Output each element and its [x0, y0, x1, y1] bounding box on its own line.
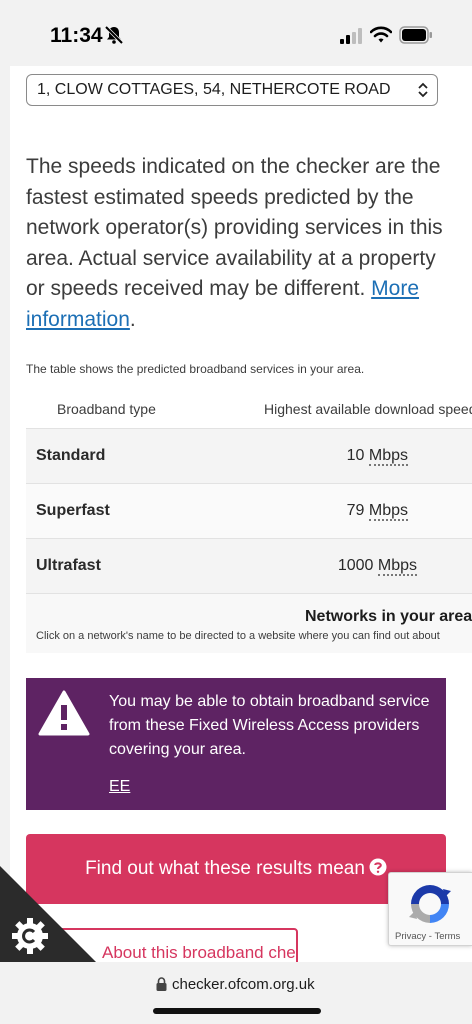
warning-icon	[38, 690, 90, 736]
results-button-label: Find out what these results mean	[85, 858, 365, 879]
recaptcha-badge[interactable]: Privacy - Terms	[388, 872, 472, 946]
status-bar: 11:34	[0, 0, 472, 66]
speed-disclaimer: The speeds indicated on the checker are …	[26, 152, 446, 335]
address-select[interactable]: 1, CLOW COTTAGES, 54, NETHERCOTE ROAD	[26, 74, 438, 106]
speed-unit[interactable]: Mbps	[368, 502, 408, 521]
wifi-icon	[370, 26, 392, 43]
help-icon	[369, 858, 387, 876]
table-header-row: Broadband type Highest available downloa…	[26, 388, 472, 428]
row-speed: 10 Mbps	[346, 447, 408, 466]
speed-unit[interactable]: Mbps	[377, 557, 417, 576]
table-row: Superfast 79 Mbps	[26, 483, 472, 538]
table-caption: The table shows the predicted broadband …	[26, 362, 365, 376]
row-speed: 79 Mbps	[346, 502, 408, 521]
row-speed: 1000 Mbps	[337, 557, 417, 576]
table-row: Standard 10 Mbps	[26, 428, 472, 483]
address-select-value: 1, CLOW COTTAGES, 54, NETHERCOTE ROAD	[37, 81, 391, 98]
status-time: 11:34	[50, 24, 103, 47]
url-text: checker.ofcom.org.uk	[172, 976, 315, 993]
disclaimer-trailing: .	[129, 307, 136, 331]
browser-url-bar[interactable]: checker.ofcom.org.uk	[0, 962, 472, 1024]
bell-muted-icon	[104, 25, 124, 45]
networks-hint: Click on a network's name to be directed…	[36, 630, 440, 642]
recaptcha-privacy-link[interactable]: Privacy	[395, 931, 426, 942]
speed-unit[interactable]: Mbps	[368, 447, 408, 466]
header-download-speed: Highest available download speed	[264, 401, 472, 417]
recaptcha-terms-link[interactable]: Terms	[434, 931, 460, 942]
fwa-text: You may be able to obtain broadband serv…	[109, 693, 430, 758]
provider-link-ee[interactable]: EE	[109, 778, 130, 796]
fixed-wireless-notice: You may be able to obtain broadband serv…	[26, 678, 446, 810]
home-indicator	[153, 1008, 321, 1014]
cookie-settings-icon[interactable]	[0, 866, 100, 966]
page-content: 1, CLOW COTTAGES, 54, NETHERCOTE ROAD Th…	[10, 66, 472, 962]
select-chevron-icon	[418, 82, 428, 98]
header-broadband-type: Broadband type	[57, 401, 156, 417]
table-row: Ultrafast 1000 Mbps	[26, 538, 472, 593]
recaptcha-links: Privacy - Terms	[395, 931, 461, 942]
broadband-table: Broadband type Highest available downloa…	[26, 388, 472, 653]
lock-icon	[156, 977, 167, 991]
signal-icon	[340, 28, 362, 44]
about-button-label: About this broadband checker	[102, 943, 296, 962]
battery-icon	[399, 26, 432, 44]
networks-title: Networks in your area	[305, 608, 472, 625]
recaptcha-icon	[409, 885, 451, 923]
networks-section: Networks in your area Click on a network…	[26, 593, 472, 653]
